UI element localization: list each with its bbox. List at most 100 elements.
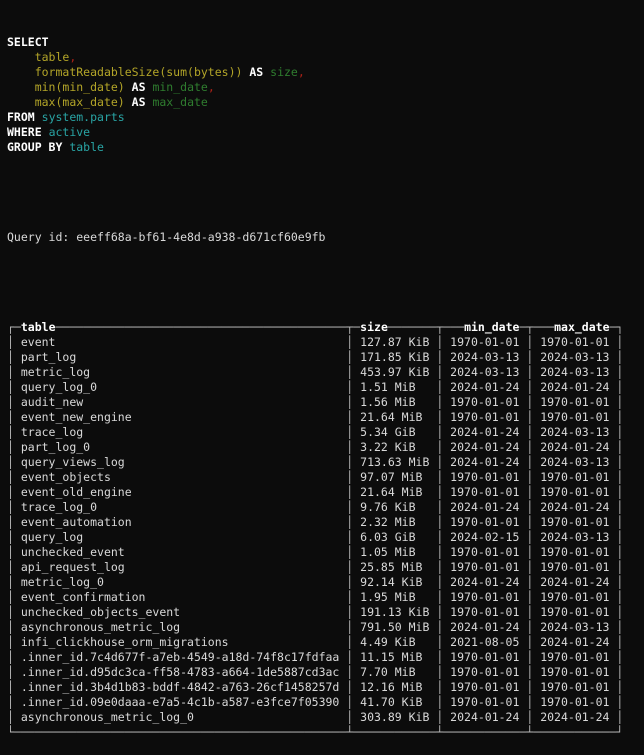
table-cell: 4.49 KiB — [353, 635, 436, 649]
table-row: │ metric_log │ 453.97 KiB │ 2024-03-13 │… — [7, 365, 644, 380]
table-border: │ — [526, 650, 533, 664]
table-cell: event_new_engine — [14, 410, 346, 424]
table-cell: event_objects — [14, 470, 346, 484]
table-border: │ — [7, 455, 14, 469]
sql-token — [7, 80, 35, 94]
table-border: └───────────────────────────────────────… — [7, 725, 623, 739]
table-border: │ — [7, 350, 14, 364]
table-border: │ — [616, 590, 623, 604]
table-cell: 1970-01-01 — [533, 515, 616, 529]
table-border: │ — [7, 620, 14, 634]
table-cell: .inner_id.09e0daaa-e7a5-4c1b-a587-e3fce7… — [14, 695, 346, 709]
table-cell: 2021-08-05 — [443, 635, 526, 649]
table-cell: 1970-01-01 — [443, 395, 526, 409]
table-border: │ — [7, 650, 14, 664]
table-border: │ — [616, 365, 623, 379]
table-border: │ — [616, 605, 623, 619]
table-header-row: ┌─table─────────────────────────────────… — [7, 320, 644, 335]
table-cell: api_request_log — [14, 560, 346, 574]
column-header: size — [360, 320, 388, 334]
table-cell: 2024-03-13 — [533, 365, 616, 379]
table-cell: infi_clickhouse_orm_migrations — [14, 635, 346, 649]
sql-line: GROUP BY table — [7, 140, 644, 155]
query-id: Query id: eeeff68a-bf61-4e8d-a938-d671cf… — [7, 230, 644, 245]
table-border: ─────── — [388, 320, 436, 334]
table-border: │ — [7, 485, 14, 499]
table-cell: asynchronous_metric_log — [14, 620, 346, 634]
sql-token: , — [69, 50, 76, 64]
table-cell: 21.64 MiB — [353, 485, 436, 499]
sql-token — [35, 110, 42, 124]
table-cell: 3.22 KiB — [353, 440, 436, 454]
column-header: max_date — [554, 320, 609, 334]
sql-token — [7, 65, 35, 79]
column-header: min_date — [464, 320, 519, 334]
table-cell: 1.95 MiB — [353, 590, 436, 604]
table-cell: 2024-01-24 — [443, 440, 526, 454]
table-cell: query_log — [14, 530, 346, 544]
table-cell: 2024-01-24 — [443, 575, 526, 589]
table-border: ┌ — [7, 320, 14, 334]
table-row: │ asynchronous_metric_log_0 │ 303.89 KiB… — [7, 710, 644, 725]
table-border: │ — [7, 440, 14, 454]
table-row: │ event_objects │ 97.07 MiB │ 1970-01-01… — [7, 470, 644, 485]
table-cell: trace_log_0 — [14, 500, 346, 514]
terminal-window: SELECT table, formatReadableSize(sum(byt… — [0, 0, 644, 755]
table-row: │ asynchronous_metric_log │ 791.50 MiB │… — [7, 620, 644, 635]
table-border: │ — [346, 665, 353, 679]
table-border: │ — [346, 710, 353, 724]
sql-token — [7, 50, 35, 64]
table-cell: 7.70 MiB — [353, 665, 436, 679]
table-cell: .inner_id.7c4d677f-a7eb-4549-a18d-74f8c1… — [14, 650, 346, 664]
table-cell: 2024-01-24 — [533, 380, 616, 394]
table-border: │ — [436, 650, 443, 664]
table-border: │ — [436, 605, 443, 619]
table-cell: 1970-01-01 — [443, 650, 526, 664]
table-bottom-border: └───────────────────────────────────────… — [7, 725, 644, 740]
table-row: │ event_old_engine │ 21.64 MiB │ 1970-01… — [7, 485, 644, 500]
table-border: │ — [7, 530, 14, 544]
spacer — [7, 185, 644, 200]
table-cell: 6.03 GiB — [353, 530, 436, 544]
table-cell: query_log_0 — [14, 380, 346, 394]
table-cell: query_views_log — [14, 455, 346, 469]
table-cell: event_confirmation — [14, 590, 346, 604]
table-cell: event_old_engine — [14, 485, 346, 499]
table-row: │ unchecked_objects_event │ 191.13 KiB │… — [7, 605, 644, 620]
table-border: │ — [616, 560, 623, 574]
table-border: │ — [526, 635, 533, 649]
sql-token: AS — [249, 65, 263, 79]
table-cell: trace_log — [14, 425, 346, 439]
table-cell: 1970-01-01 — [533, 650, 616, 664]
table-cell: 2024-03-13 — [443, 350, 526, 364]
sql-token: , — [298, 65, 305, 79]
table-border: │ — [526, 680, 533, 694]
table-border: │ — [616, 350, 623, 364]
table-cell: 1970-01-01 — [533, 545, 616, 559]
table-border: │ — [7, 545, 14, 559]
table-cell: unchecked_objects_event — [14, 605, 346, 619]
table-border: │ — [616, 515, 623, 529]
table-cell: 1970-01-01 — [533, 485, 616, 499]
table-cell: 1970-01-01 — [443, 665, 526, 679]
sql-token: min_date — [152, 80, 207, 94]
table-row: │ .inner_id.d95dc3ca-ff58-4783-a664-1de5… — [7, 665, 644, 680]
sql-line: max(max_date) AS max_date — [7, 95, 644, 110]
sql-token: , — [208, 80, 215, 94]
table-border: │ — [616, 680, 623, 694]
table-border: │ — [616, 335, 623, 349]
table-cell: 2024-01-24 — [533, 710, 616, 724]
table-border: │ — [526, 665, 533, 679]
table-cell: 1970-01-01 — [443, 605, 526, 619]
table-row: │ event_new_engine │ 21.64 MiB │ 1970-01… — [7, 410, 644, 425]
table-cell: audit_new — [14, 395, 346, 409]
table-border: ─ — [14, 320, 21, 334]
table-border: │ — [526, 605, 533, 619]
table-border: │ — [616, 410, 623, 424]
sql-token — [125, 95, 132, 109]
table-border: │ — [436, 665, 443, 679]
table-cell: 1970-01-01 — [443, 485, 526, 499]
table-cell: 1970-01-01 — [443, 515, 526, 529]
table-cell: 2024-01-24 — [533, 440, 616, 454]
table-cell: 2024-01-24 — [533, 500, 616, 514]
